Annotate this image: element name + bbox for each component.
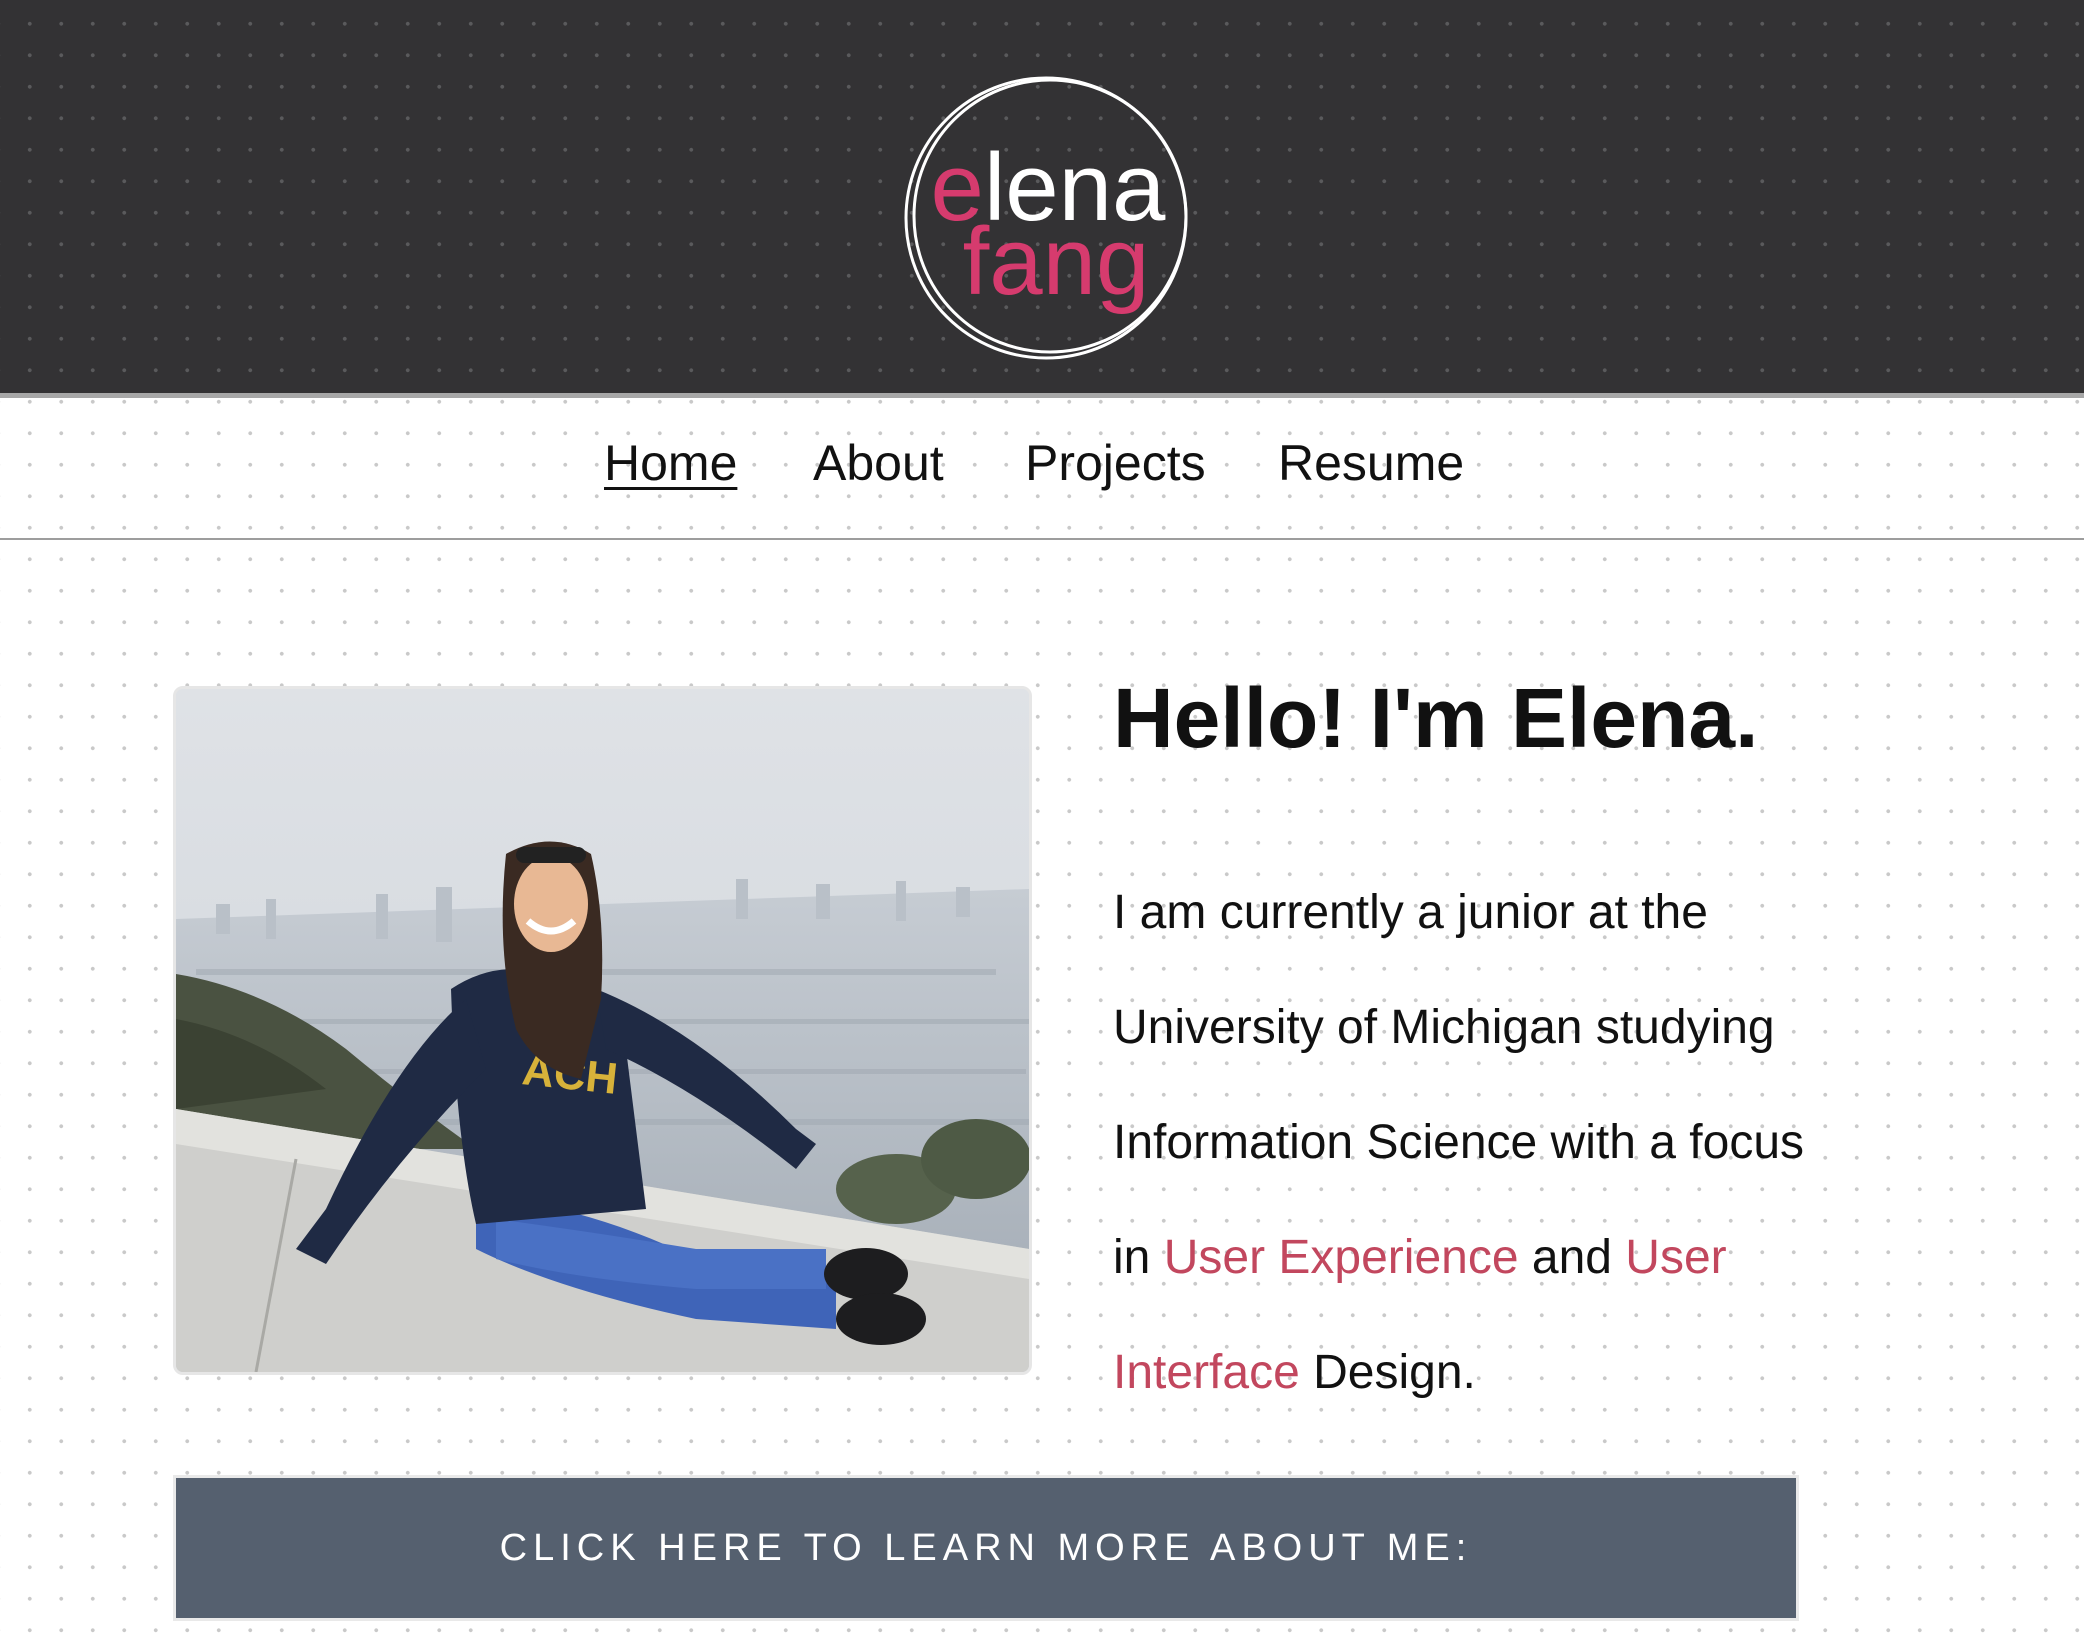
site-header: elena fang	[0, 0, 2084, 398]
intro-line: Interface Design.	[1113, 1315, 1913, 1430]
logo-last-name: fang	[963, 208, 1150, 315]
greeting-heading: Hello! I'm Elena.	[1113, 671, 1759, 765]
nav-item-resume[interactable]: Resume	[1278, 438, 1464, 488]
logo-circle-icon: elena fang	[904, 76, 1188, 360]
intro-line: I am currently a junior at the	[1113, 886, 1708, 939]
nav-item-projects[interactable]: Projects	[1025, 438, 1206, 488]
intro-paragraph: I am currently a junior at the Universit…	[1113, 855, 1913, 1430]
intro-text: and	[1518, 1231, 1626, 1284]
profile-photo-image: ACH	[176, 689, 1029, 1372]
intro-text: in	[1113, 1231, 1164, 1284]
nav-item-about[interactable]: About	[813, 438, 944, 488]
nav-item-home[interactable]: Home	[604, 438, 737, 488]
intro-text: Design.	[1299, 1346, 1476, 1399]
user-experience-link[interactable]: User Experience	[1164, 1231, 1519, 1284]
main-nav: Home About Projects Resume	[0, 398, 2084, 540]
learn-more-button[interactable]: CLICK HERE TO LEARN MORE ABOUT ME:	[173, 1475, 1799, 1621]
profile-photo: ACH	[173, 686, 1032, 1375]
intro-line: University of Michigan studying	[1113, 1001, 1775, 1054]
intro-line: Information Science with a focus	[1113, 1116, 1805, 1169]
site-logo[interactable]: elena fang	[898, 70, 1194, 366]
user-interface-link[interactable]: User	[1625, 1231, 1726, 1284]
user-interface-link-cont[interactable]: Interface	[1113, 1346, 1300, 1399]
intro-line: in User Experience and User	[1113, 1200, 1913, 1315]
